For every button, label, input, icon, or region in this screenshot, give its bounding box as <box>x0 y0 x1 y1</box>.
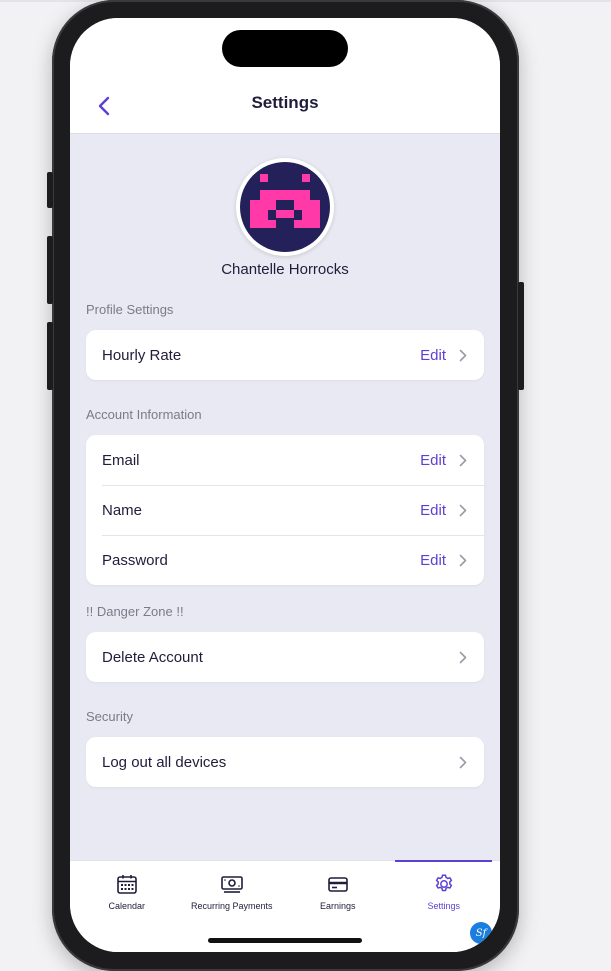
gear-icon <box>435 874 452 892</box>
row-label: Log out all devices <box>102 753 227 771</box>
row-log-out-all-devices[interactable]: Log out all devices <box>86 737 484 787</box>
card-account-information: Email Edit Name Edit Password Edit <box>86 435 484 585</box>
row-label: Email <box>102 451 140 469</box>
row-email[interactable]: Email Edit <box>86 435 484 485</box>
row-label: Password <box>102 551 168 569</box>
edit-link[interactable]: Edit <box>420 552 446 569</box>
home-indicator <box>208 938 362 943</box>
phone-screen: Settings Chantelle Horrocks Profile Sett… <box>70 18 500 952</box>
tab-label: Settings <box>427 901 461 911</box>
tab-recurring-payments[interactable]: Recurring Payments <box>178 861 286 921</box>
tab-settings[interactable]: Settings <box>390 861 498 921</box>
tab-calendar[interactable]: Calendar <box>73 861 181 921</box>
power-button <box>518 282 524 390</box>
chevron-right-icon <box>458 650 468 664</box>
card-icon <box>327 877 348 892</box>
dynamic-island <box>222 30 348 67</box>
floating-badge[interactable]: Sf <box>470 922 492 944</box>
section-label-danger-zone: !! Danger Zone !! <box>86 604 184 619</box>
chevron-right-icon <box>458 453 468 467</box>
profile-name: Chantelle Horrocks <box>221 261 349 278</box>
section-label-profile-settings: Profile Settings <box>86 302 174 317</box>
tab-earnings[interactable]: Earnings <box>284 861 392 921</box>
avatar-image <box>240 162 330 252</box>
row-label: Delete Account <box>102 648 203 666</box>
chevron-right-icon <box>458 553 468 567</box>
card-danger-zone: Delete Account <box>86 632 484 682</box>
edit-link[interactable]: Edit <box>420 452 446 469</box>
row-password[interactable]: Password Edit <box>86 535 484 585</box>
row-delete-account[interactable]: Delete Account <box>86 632 484 682</box>
chevron-right-icon <box>458 348 468 362</box>
page-title: Settings <box>251 93 319 112</box>
money-icon <box>220 876 243 893</box>
section-label-security: Security <box>86 709 133 724</box>
section-label-account-information: Account Information <box>86 407 202 422</box>
row-name[interactable]: Name Edit <box>86 485 484 535</box>
volume-up-button <box>47 236 53 304</box>
calendar-icon <box>116 875 137 894</box>
edit-link[interactable]: Edit <box>420 502 446 519</box>
row-hourly-rate[interactable]: Hourly Rate Edit <box>86 330 484 380</box>
volume-down-button <box>47 322 53 390</box>
action-button <box>47 172 53 208</box>
avatar <box>236 158 334 256</box>
chevron-right-icon <box>458 755 468 769</box>
edit-link[interactable]: Edit <box>420 347 446 364</box>
row-label: Name <box>102 501 143 519</box>
card-security: Log out all devices <box>86 737 484 787</box>
pixel-invader-icon <box>250 174 320 228</box>
row-label: Hourly Rate <box>102 346 182 364</box>
tab-label: Recurring Payments <box>190 901 273 911</box>
tab-label: Calendar <box>108 901 146 911</box>
tab-label: Earnings <box>319 901 356 911</box>
card-profile-settings: Hourly Rate Edit <box>86 330 484 380</box>
chevron-right-icon <box>458 503 468 517</box>
